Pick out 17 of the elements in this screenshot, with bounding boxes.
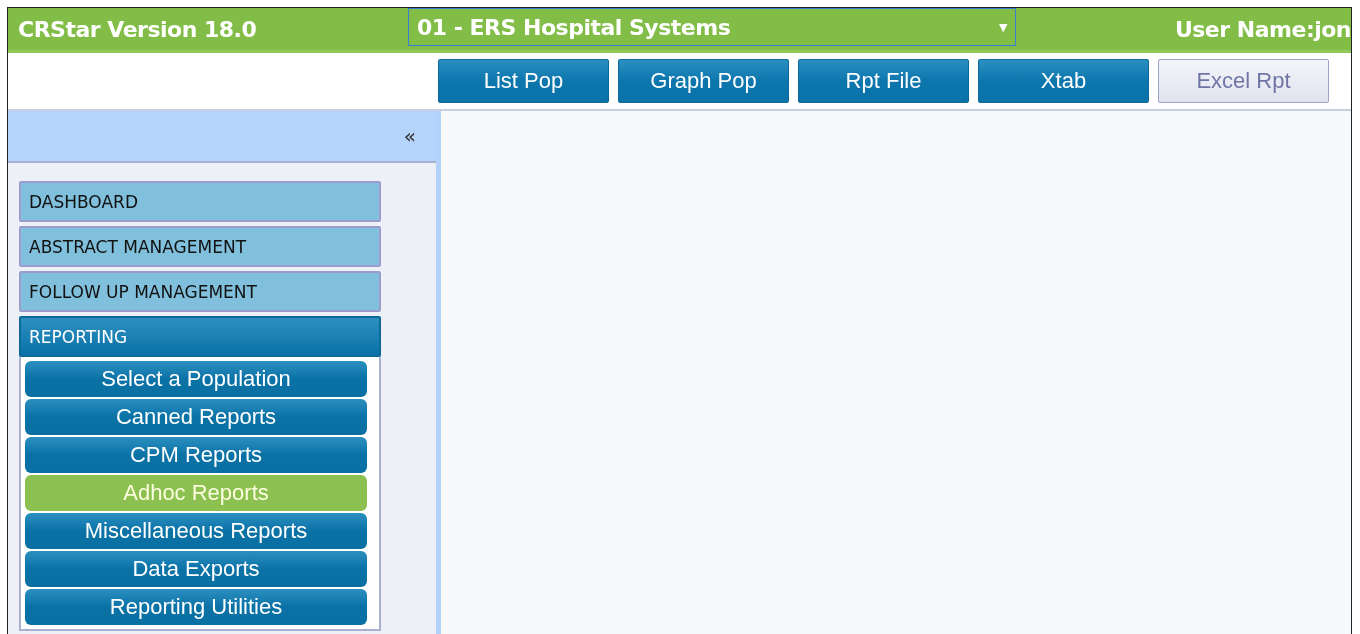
menu-section[interactable]: FOLLOW UP MANAGEMENT	[19, 271, 381, 312]
user-name: User Name:jon	[1173, 16, 1351, 42]
submenu-item[interactable]: CPM Reports	[25, 437, 367, 473]
submenu-item[interactable]: Select a Population	[25, 361, 367, 397]
menu-section[interactable]: DASHBOARD	[19, 181, 381, 222]
app-title: CRStar Version 18.0	[17, 16, 258, 42]
menu-section[interactable]: ABSTRACT MANAGEMENT	[19, 226, 381, 267]
toolbar-button[interactable]: Graph Pop	[618, 59, 789, 103]
submenu-item[interactable]: Miscellaneous Reports	[25, 513, 367, 549]
submenu-item[interactable]: Data Exports	[25, 551, 367, 587]
submenu-item[interactable]: Canned Reports	[25, 399, 367, 435]
menu-section[interactable]: REPORTING	[19, 316, 381, 357]
toolbar-button[interactable]: Xtab	[978, 59, 1149, 103]
collapse-button[interactable]: «	[403, 124, 416, 148]
toolbar-button[interactable]: Rpt File	[798, 59, 969, 103]
submenu-item[interactable]: Reporting Utilities	[25, 589, 367, 625]
toolbar-button[interactable]: List Pop	[438, 59, 609, 103]
